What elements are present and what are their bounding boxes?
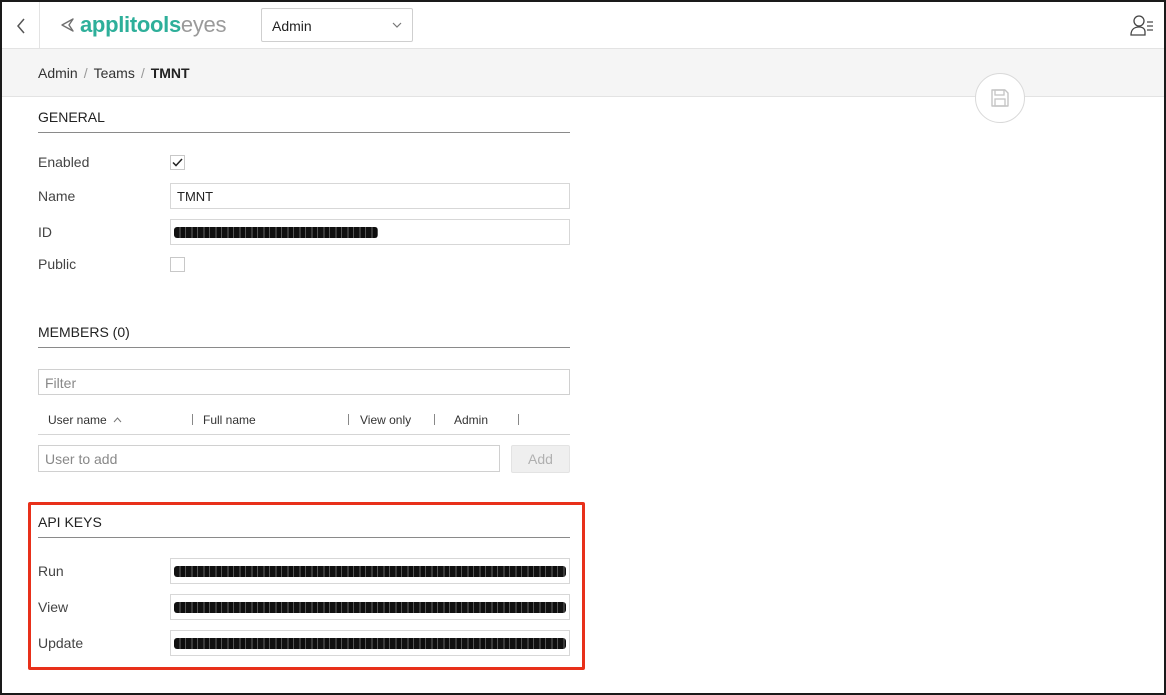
redacted-run-key bbox=[174, 566, 566, 577]
section-divider bbox=[38, 537, 570, 538]
members-filter-input[interactable]: Filter bbox=[38, 369, 570, 395]
column-divider[interactable] bbox=[434, 414, 435, 425]
checkmark-icon bbox=[172, 158, 183, 167]
breadcrumb-teams[interactable]: Teams bbox=[94, 65, 135, 81]
column-admin[interactable]: Admin bbox=[454, 413, 488, 427]
applitools-mark-icon bbox=[61, 18, 74, 32]
section-divider bbox=[38, 132, 570, 133]
top-bar: applitools eyes Admin bbox=[2, 2, 1164, 49]
members-section-title: MEMBERS (0) bbox=[38, 324, 130, 340]
add-member-button[interactable]: Add bbox=[511, 445, 570, 473]
user-menu-button[interactable] bbox=[1130, 14, 1154, 38]
update-key-field[interactable] bbox=[170, 630, 570, 656]
breadcrumb-current: TMNT bbox=[150, 65, 190, 81]
redacted-id-value bbox=[174, 227, 378, 238]
breadcrumb-separator: / bbox=[140, 65, 145, 81]
app-window: applitools eyes Admin Admin / Teams / TMNT bbox=[0, 0, 1166, 695]
id-field[interactable] bbox=[170, 219, 570, 245]
view-key-label: View bbox=[38, 599, 69, 615]
breadcrumb-admin[interactable]: Admin bbox=[38, 65, 78, 81]
column-user-name[interactable]: User name bbox=[48, 413, 122, 427]
logo-secondary-text: eyes bbox=[180, 12, 227, 37]
enabled-label: Enabled bbox=[38, 154, 90, 170]
breadcrumb-separator: / bbox=[83, 65, 88, 81]
api-keys-section-title: API KEYS bbox=[38, 514, 102, 530]
column-divider[interactable] bbox=[348, 414, 349, 425]
chevron-down-icon bbox=[392, 22, 402, 28]
section-divider bbox=[38, 347, 570, 348]
column-view-only[interactable]: View only bbox=[360, 413, 411, 427]
redacted-view-key bbox=[174, 602, 566, 613]
column-divider[interactable] bbox=[192, 414, 193, 425]
column-full-name[interactable]: Full name bbox=[203, 413, 256, 427]
save-button[interactable] bbox=[975, 73, 1025, 123]
back-button[interactable] bbox=[2, 2, 40, 49]
enabled-checkbox[interactable] bbox=[170, 155, 185, 170]
save-icon bbox=[991, 89, 1009, 107]
redacted-update-key bbox=[174, 638, 566, 649]
column-divider[interactable] bbox=[518, 414, 519, 425]
admin-select[interactable]: Admin bbox=[261, 8, 413, 42]
sort-ascending-icon bbox=[113, 417, 122, 423]
breadcrumb: Admin / Teams / TMNT bbox=[38, 65, 190, 81]
name-field[interactable]: TMNT bbox=[170, 183, 570, 209]
user-to-add-input[interactable]: User to add bbox=[38, 445, 500, 472]
public-label: Public bbox=[38, 256, 77, 272]
chevron-left-icon bbox=[16, 18, 25, 33]
name-label: Name bbox=[38, 188, 76, 204]
id-label: ID bbox=[38, 224, 52, 240]
public-checkbox[interactable] bbox=[170, 257, 185, 272]
members-table-header: User name Full name View only Admin bbox=[38, 407, 570, 435]
column-user-name-label: User name bbox=[48, 413, 107, 427]
run-key-field[interactable] bbox=[170, 558, 570, 584]
update-key-label: Update bbox=[38, 635, 84, 651]
general-section-title: GENERAL bbox=[38, 109, 105, 125]
logo-primary-text: applitools bbox=[80, 12, 181, 37]
applitools-logo[interactable]: applitools eyes bbox=[60, 11, 226, 39]
admin-select-value: Admin bbox=[272, 18, 312, 34]
user-menu-icon bbox=[1130, 15, 1153, 36]
run-key-label: Run bbox=[38, 563, 64, 579]
view-key-field[interactable] bbox=[170, 594, 570, 620]
